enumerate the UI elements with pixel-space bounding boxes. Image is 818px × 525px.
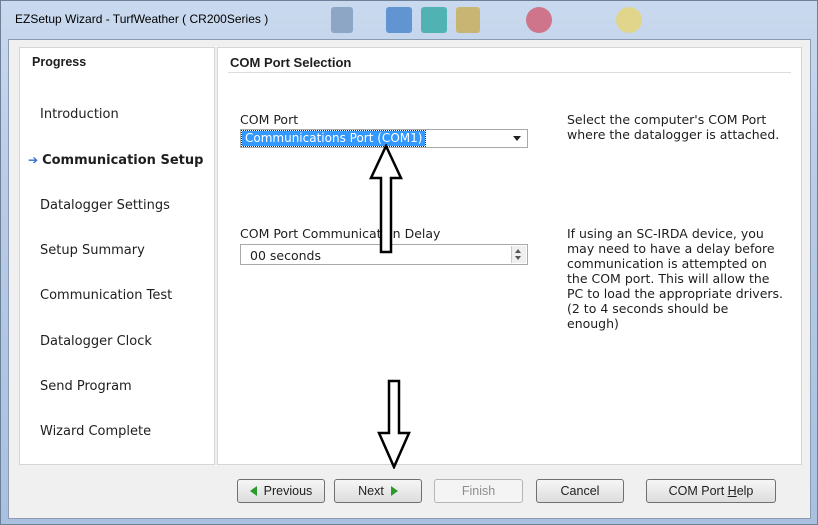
background-thumbnail	[526, 7, 552, 33]
background-thumbnail	[421, 7, 447, 33]
step-label: Communication Test	[40, 288, 173, 303]
help-label-mnemonic: H	[727, 484, 737, 498]
progress-panel: Progress Introduction ➔ Communication Set…	[19, 47, 215, 465]
chevron-down-icon[interactable]	[513, 136, 521, 141]
com-port-help-button[interactable]: COM Port Help	[646, 479, 776, 503]
window-title: EZSetup Wizard - TurfWeather ( CR200Seri…	[15, 12, 269, 26]
arrow-right-icon	[390, 486, 398, 496]
step-label: Datalogger Clock	[40, 334, 152, 349]
step-label: Communication Setup	[42, 153, 204, 168]
background-thumbnail	[331, 7, 353, 33]
step-introduction: Introduction	[40, 107, 119, 122]
delay-label: COM Port Communication Delay	[240, 226, 441, 241]
delay-help-text: If using an SC-IRDA device, you may need…	[567, 226, 784, 331]
cancel-button[interactable]: Cancel	[536, 479, 624, 503]
background-thumbnail	[456, 7, 480, 33]
arrow-left-icon	[249, 486, 257, 496]
wizard-body: Progress Introduction ➔ Communication Set…	[8, 39, 811, 519]
finish-button[interactable]: Finish	[434, 479, 523, 503]
step-label: Introduction	[40, 107, 119, 122]
title-bar[interactable]: EZSetup Wizard - TurfWeather ( CR200Seri…	[1, 1, 817, 39]
cancel-button-label: Cancel	[560, 484, 600, 498]
finish-button-label: Finish	[461, 484, 496, 498]
step-datalogger-clock: Datalogger Clock	[40, 334, 152, 349]
previous-button-label: Previous	[263, 484, 313, 498]
help-label-suffix: elp	[736, 484, 754, 498]
spin-down-icon[interactable]	[515, 256, 521, 260]
previous-button[interactable]: Previous	[237, 479, 325, 503]
page-title: COM Port Selection	[230, 55, 352, 70]
step-send-program: Send Program	[40, 379, 132, 394]
com-port-label: COM Port	[240, 112, 299, 127]
divider	[228, 72, 791, 73]
spin-up-icon[interactable]	[515, 249, 521, 253]
delay-value: 00 seconds	[250, 248, 321, 263]
progress-heading: Progress	[32, 55, 87, 69]
help-label-prefix: COM Port	[668, 484, 728, 498]
main-panel: COM Port Selection COM Port Communicatio…	[217, 47, 802, 465]
step-label: Send Program	[40, 379, 132, 394]
arrow-right-icon: ➔	[28, 153, 39, 167]
step-label: Setup Summary	[40, 243, 145, 258]
step-label: Datalogger Settings	[40, 198, 170, 213]
background-thumbnail	[386, 7, 412, 33]
help-button-label: COM Port Help	[669, 484, 754, 498]
annotation-up-arrow-icon	[369, 144, 403, 254]
next-button[interactable]: Next	[334, 479, 422, 503]
spinner-buttons[interactable]	[511, 246, 526, 263]
step-communication-setup: ➔ Communication Setup	[28, 153, 203, 168]
next-button-label: Next	[358, 484, 384, 498]
background-thumbnail	[616, 7, 642, 33]
step-label: Wizard Complete	[40, 424, 152, 439]
com-port-help-text: Select the computer's COM Port where the…	[567, 112, 780, 142]
step-communication-test: Communication Test	[40, 288, 172, 303]
annotation-down-arrow-icon	[377, 379, 411, 469]
step-wizard-complete: Wizard Complete	[40, 424, 151, 439]
wizard-window: EZSetup Wizard - TurfWeather ( CR200Seri…	[0, 0, 818, 525]
step-setup-summary: Setup Summary	[40, 243, 145, 258]
step-datalogger-settings: Datalogger Settings	[40, 198, 170, 213]
